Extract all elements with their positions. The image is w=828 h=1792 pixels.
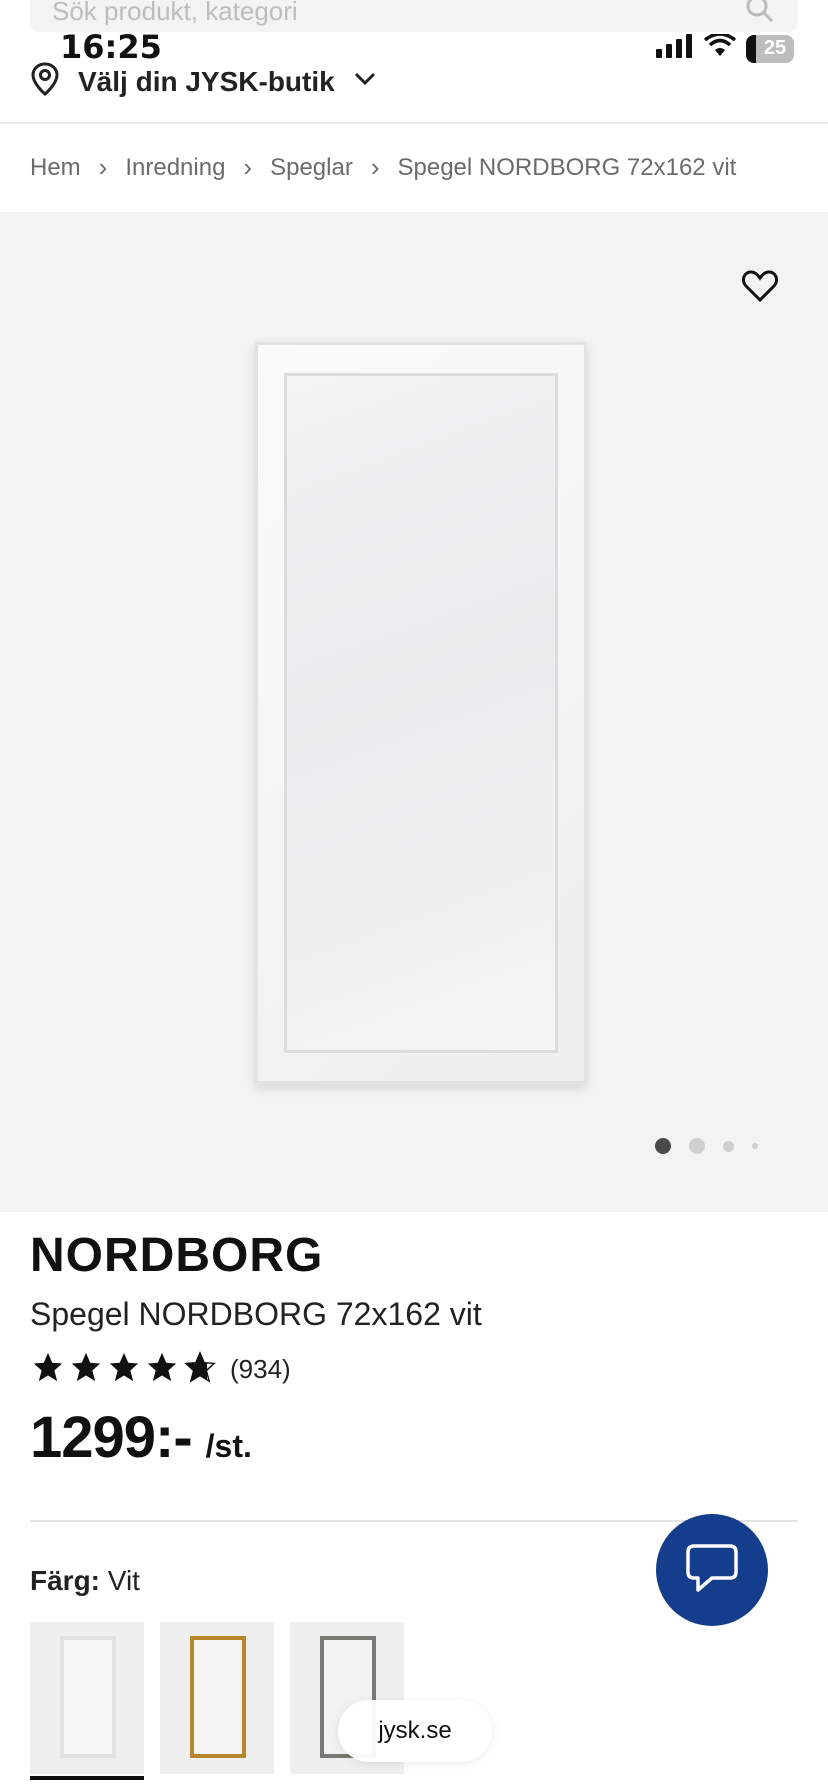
status-time: 16:25 bbox=[60, 28, 162, 66]
breadcrumb-item-speglar[interactable]: Speglar bbox=[270, 154, 353, 182]
product-image bbox=[255, 342, 587, 1084]
gallery-dot[interactable] bbox=[655, 1138, 671, 1154]
product-rating[interactable]: (934) bbox=[30, 1350, 291, 1389]
mirror-glass bbox=[284, 373, 558, 1053]
swatch-image bbox=[60, 1636, 116, 1758]
swatch-vit[interactable] bbox=[30, 1622, 144, 1780]
chevron-right-icon: › bbox=[243, 152, 253, 182]
price-unit: /st. bbox=[205, 1428, 252, 1464]
star-icon bbox=[106, 1350, 142, 1389]
swatch-guld[interactable] bbox=[160, 1622, 274, 1774]
heart-icon[interactable] bbox=[742, 270, 778, 307]
product-gallery[interactable] bbox=[0, 212, 828, 1212]
chevron-right-icon: › bbox=[370, 152, 380, 182]
wifi-icon bbox=[703, 32, 737, 63]
color-label: Färg: bbox=[30, 1565, 100, 1596]
chat-bubble-icon bbox=[684, 1542, 740, 1599]
battery-icon: 25 bbox=[746, 34, 794, 63]
star-icon bbox=[68, 1350, 104, 1389]
location-pin-icon bbox=[30, 62, 60, 101]
breadcrumb: Hem › Inredning › Speglar › Spegel NORDB… bbox=[30, 152, 736, 183]
gallery-dot[interactable] bbox=[689, 1138, 705, 1154]
star-icon bbox=[144, 1350, 180, 1389]
store-picker-label: Välj din JYSK-butik bbox=[78, 65, 335, 97]
store-picker[interactable]: Välj din JYSK-butik bbox=[30, 62, 377, 101]
status-icons: 25 bbox=[656, 32, 794, 63]
gallery-dot[interactable] bbox=[723, 1140, 734, 1152]
search-icon[interactable] bbox=[744, 0, 776, 30]
review-count[interactable]: (934) bbox=[230, 1354, 291, 1385]
product-price: 1299:- bbox=[30, 1405, 193, 1470]
color-value: Vit bbox=[107, 1565, 140, 1596]
color-selector-label: Färg: Vit bbox=[30, 1565, 140, 1597]
breadcrumb-item-current: Spegel NORDBORG 72x162 vit bbox=[397, 153, 737, 181]
product-name: Spegel NORDBORG 72x162 vit bbox=[30, 1296, 482, 1332]
gallery-pagination bbox=[655, 1138, 758, 1154]
chevron-right-icon: › bbox=[98, 152, 108, 182]
star-half-icon bbox=[182, 1350, 218, 1389]
product-brand: NORDBORG bbox=[30, 1229, 324, 1282]
header-divider bbox=[0, 122, 828, 124]
star-icon bbox=[30, 1350, 66, 1389]
breadcrumb-item-hem[interactable]: Hem bbox=[30, 154, 81, 182]
search-input[interactable]: Sök produkt, kategori bbox=[52, 0, 298, 27]
price-row: 1299:- /st. bbox=[30, 1404, 252, 1471]
signal-icon bbox=[656, 34, 694, 63]
chevron-down-icon bbox=[353, 71, 377, 92]
breadcrumb-item-inredning[interactable]: Inredning bbox=[125, 154, 225, 182]
gallery-dot[interactable] bbox=[752, 1143, 758, 1149]
chat-button[interactable] bbox=[656, 1514, 768, 1626]
browser-url-pill[interactable]: jysk.se bbox=[338, 1700, 492, 1762]
swatch-image bbox=[190, 1636, 246, 1758]
